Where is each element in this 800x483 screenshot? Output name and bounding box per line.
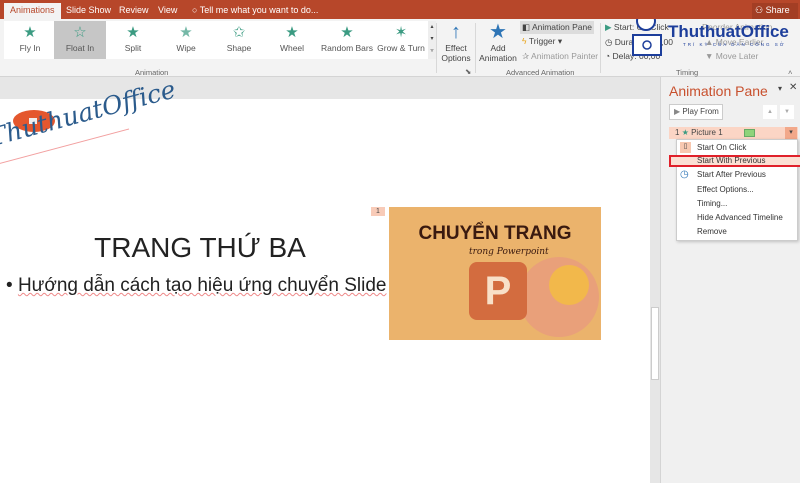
arrow-up-icon: ↑ — [451, 21, 461, 43]
animation-grow-turn[interactable]: ✶ Grow & Turn — [374, 21, 428, 59]
divider — [475, 23, 476, 73]
pane-title: Animation Pane — [669, 83, 768, 99]
lightning-icon: ϟ — [522, 36, 527, 46]
animation-pane: Animation Pane ▾ ✕ ▶ Play From ▲ ▼ 1 ★ P… — [660, 77, 800, 483]
star-icon: ★ — [285, 24, 299, 41]
clock-icon: ◷ — [680, 169, 689, 180]
animation-item-picture-1[interactable]: 1 ★ Picture 1 ▾ — [669, 127, 798, 139]
picture-1[interactable]: CHUYỂN TRANG trong Powerpoint P — [389, 207, 601, 340]
effect-options-button[interactable]: ↑ Effect Options — [440, 21, 472, 63]
tab-view[interactable]: View — [152, 3, 183, 19]
watermark-tagline: TRÍ KỲ CỦA DÂN CÔNG SỞ — [683, 42, 786, 47]
star-icon: ★ — [681, 128, 689, 137]
divider — [436, 23, 437, 73]
logo: ThuthuatOffice — [0, 75, 179, 165]
menu-hide-advanced-timeline[interactable]: Hide Advanced Timeline — [697, 211, 783, 224]
vertical-scrollbar[interactable] — [650, 99, 660, 483]
share-button[interactable]: ⚇ Share — [752, 3, 798, 19]
menu-timing[interactable]: Timing... — [697, 197, 727, 210]
item-context-menu: ▯ Start On Click Start With Previous ◷ S… — [669, 139, 800, 241]
lightbulb-image — [549, 265, 589, 305]
tab-animations[interactable]: Animations — [4, 3, 61, 19]
menu-start-after-previous[interactable]: Start After Previous — [697, 168, 766, 181]
animation-fly-in[interactable]: ★ Fly In — [4, 21, 56, 59]
star-icon: ✶ — [394, 24, 408, 41]
scrollbar-thumb[interactable] — [651, 307, 659, 380]
move-down-button[interactable]: ▼ — [780, 105, 794, 119]
mouse-icon: ▯ — [680, 142, 691, 153]
trigger-button[interactable]: ϟ Trigger ▾ — [522, 36, 562, 47]
watermark-brand: ThuthuatOffice — [668, 22, 789, 41]
slide-canvas[interactable]: ThuthuatOffice TRANG THỨ BA • Hướng dẫn … — [0, 75, 650, 483]
star-icon: ★ — [23, 24, 37, 41]
divider — [600, 23, 601, 73]
lightbulb-icon: ○ — [192, 5, 198, 15]
star-icon: ★ — [179, 24, 193, 41]
play-icon: ▶ — [674, 107, 681, 116]
tell-me-text: Tell me what you want to do... — [199, 5, 319, 15]
gallery-scrollbar[interactable]: ▴ ▾ ▿ — [428, 21, 436, 59]
slide-title[interactable]: TRANG THỨ BA — [0, 232, 400, 264]
move-up-button[interactable]: ▲ — [763, 105, 777, 119]
tab-slide-show[interactable]: Slide Show — [60, 3, 117, 19]
animation-shape[interactable]: ✩ Shape — [213, 21, 265, 59]
close-icon[interactable]: ✕ — [789, 82, 797, 93]
pane-icon: ◧ — [522, 22, 531, 32]
ribbon: ★ Fly In ☆ Float In ★ Split ★ Wipe ✩ Shape ★ W… — [0, 11, 800, 77]
animation-gallery: ★ Fly In ☆ Float In ★ Split ★ Wipe ✩ Shape ★ W… — [4, 21, 428, 59]
painter-icon: ✰ — [522, 51, 530, 61]
group-label-timing: Timing — [676, 68, 699, 77]
tab-review[interactable]: Review — [113, 3, 155, 19]
tell-me-search[interactable]: ○ Tell me what you want to do... — [186, 3, 324, 19]
ribbon-tabbar: Animations Slide Show Review View ○ Tell… — [0, 0, 800, 19]
animation-split[interactable]: ★ Split — [107, 21, 159, 59]
pane-options-icon[interactable]: ▾ — [778, 84, 782, 93]
clock-icon: ◷ — [605, 37, 613, 47]
move-later-button[interactable]: ▼ Move Later — [705, 51, 758, 61]
animation-wipe[interactable]: ★ Wipe — [160, 21, 212, 59]
person-icon: ⚇ — [755, 5, 764, 15]
menu-effect-options[interactable]: Effect Options... — [697, 183, 754, 196]
menu-start-with-previous[interactable]: Start With Previous — [697, 154, 765, 167]
powerpoint-icon: P — [469, 262, 527, 320]
animation-float-in[interactable]: ☆ Float In — [54, 21, 106, 59]
animation-wheel[interactable]: ★ Wheel — [266, 21, 318, 59]
group-label-advanced: Advanced Animation — [506, 68, 575, 77]
timeline-bar — [744, 129, 755, 137]
add-animation-button[interactable]: ★ Add Animation — [478, 21, 518, 63]
add-star-icon: ★ — [489, 21, 507, 43]
star-icon: ★ — [126, 24, 140, 41]
animation-pane-button[interactable]: ◧ Animation Pane — [520, 21, 594, 34]
animation-painter-button[interactable]: ✰ Animation Painter — [522, 51, 598, 62]
play-from-button[interactable]: ▶ Play From — [669, 104, 723, 120]
collapse-ribbon-icon[interactable]: ˄ — [788, 68, 792, 77]
star-icon: ☆ — [73, 24, 87, 41]
item-dropdown-button[interactable]: ▾ — [785, 127, 797, 139]
animation-random-bars[interactable]: ★ Random Bars — [319, 21, 375, 59]
dialog-launcher-icon[interactable]: ⬊ — [465, 67, 471, 76]
star-icon: ✩ — [232, 24, 246, 41]
menu-remove[interactable]: Remove — [697, 225, 727, 238]
star-icon: ★ — [340, 24, 354, 41]
share-label: Share — [765, 5, 790, 15]
delay-icon: ◔ — [605, 51, 611, 61]
menu-start-on-click[interactable]: Start On Click — [697, 141, 746, 154]
animation-order-badge[interactable]: 1 — [371, 207, 385, 216]
slide-bullet[interactable]: • Hướng dẫn cách tạo hiệu ứng chuyển Sli… — [6, 275, 386, 297]
